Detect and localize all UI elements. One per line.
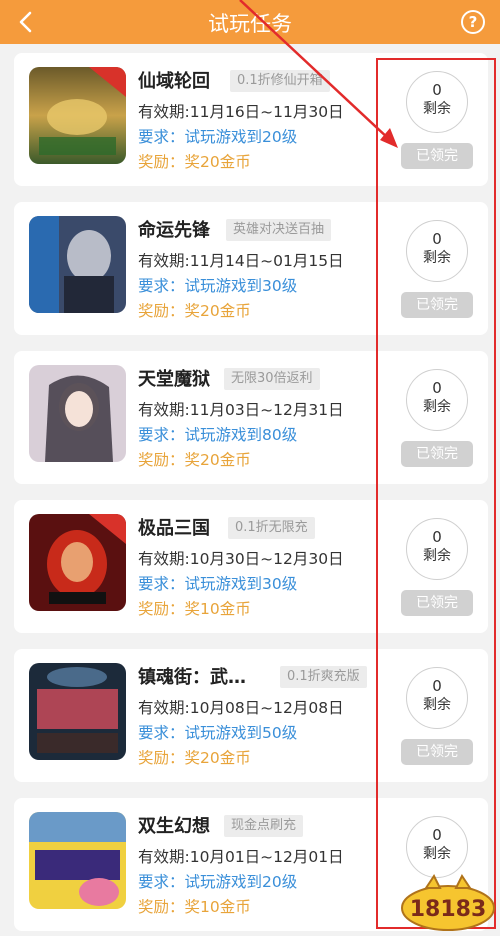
game-thumbnail[interactable] xyxy=(29,67,126,164)
reward-text: 奖励：奖20金币 xyxy=(138,153,251,171)
requirement-text: 要求：试玩游戏到80级 xyxy=(138,426,298,444)
page-title: 试玩任务 xyxy=(208,12,292,36)
validity-text: 有效期:10月08日~12月08日 xyxy=(138,699,344,717)
validity-text: 有效期:10月01日~12月01日 xyxy=(138,848,344,866)
validity-text: 有效期:11月03日~12月31日 xyxy=(138,401,344,419)
game-name: 天堂魔狱 xyxy=(138,369,210,390)
reward-text: 奖励：奖20金币 xyxy=(138,302,251,320)
reward-text: 奖励：奖20金币 xyxy=(138,749,251,767)
highlight-annotation-box xyxy=(376,58,496,929)
requirement-text: 要求：试玩游戏到50级 xyxy=(138,724,298,742)
game-art-icon xyxy=(29,663,126,760)
game-thumbnail[interactable] xyxy=(29,216,126,313)
game-tag: 0.1折爽充版 xyxy=(280,666,367,688)
game-thumbnail[interactable] xyxy=(29,514,126,611)
validity-text: 有效期:10月30日~12月30日 xyxy=(138,550,344,568)
validity-text: 有效期:11月14日~01月15日 xyxy=(138,252,344,270)
top-bar: 试玩任务 ? xyxy=(0,0,500,44)
reward-text: 奖励：奖10金币 xyxy=(138,898,251,916)
game-name: 命运先锋 xyxy=(138,220,210,241)
reward-text: 奖励：奖20金币 xyxy=(138,451,251,469)
requirement-text: 要求：试玩游戏到30级 xyxy=(138,277,298,295)
game-tag: 0.1折修仙开箱 xyxy=(230,70,330,92)
game-name: 极品三国 xyxy=(138,518,210,539)
requirement-text: 要求：试玩游戏到20级 xyxy=(138,128,298,146)
requirement-text: 要求：试玩游戏到20级 xyxy=(138,873,298,891)
game-tag: 0.1折无限充 xyxy=(228,517,315,539)
game-tag: 无限30倍返利 xyxy=(224,368,320,390)
reward-text: 奖励：奖10金币 xyxy=(138,600,251,618)
game-thumbnail[interactable] xyxy=(29,812,126,909)
game-name: 镇魂街：武… xyxy=(138,667,246,688)
game-art-icon xyxy=(29,216,126,313)
game-tag: 现金点刷充 xyxy=(224,815,304,837)
requirement-text: 要求：试玩游戏到30级 xyxy=(138,575,298,593)
game-name: 仙域轮回 xyxy=(138,71,210,92)
game-tag: 英雄对决送百抽 xyxy=(226,219,332,241)
game-art-icon xyxy=(29,365,126,462)
watermark-text: 18183 xyxy=(410,897,487,922)
watermark-logo: 18183 xyxy=(398,874,498,932)
validity-text: 有效期:11月16日~11月30日 xyxy=(138,103,344,121)
game-thumbnail[interactable] xyxy=(29,365,126,462)
game-thumbnail[interactable] xyxy=(29,663,126,760)
help-button[interactable]: ? xyxy=(461,10,485,34)
game-name: 双生幻想 xyxy=(138,816,210,837)
question-circle-icon: ? xyxy=(468,13,478,31)
game-art-icon xyxy=(29,514,126,611)
game-art-icon xyxy=(29,812,126,909)
game-art-icon xyxy=(29,67,126,164)
